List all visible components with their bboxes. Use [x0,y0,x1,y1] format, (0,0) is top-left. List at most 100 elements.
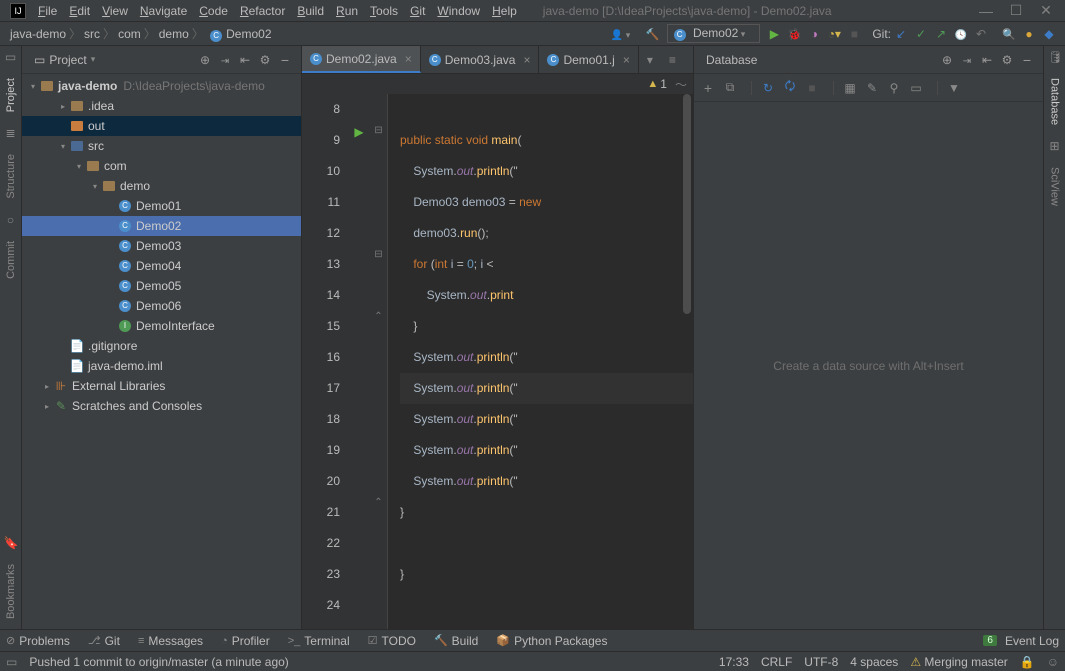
code-line[interactable]: System.out.println(" [400,404,693,435]
tree-item-src[interactable]: ▾src [22,136,301,156]
editor-tab-demo01-j[interactable]: CDemo01.j× [539,46,638,73]
panel-settings-icon[interactable] [255,53,275,67]
coverage-button[interactable]: ◑ [804,27,824,41]
menu-file[interactable]: File [32,2,63,20]
run-config-select[interactable]: C Demo02 [667,24,761,43]
code-line[interactable]: for (int i = 0; i < [400,249,693,280]
code-line[interactable]: demo03.run(); [400,218,693,249]
bookmarks-icon[interactable]: 🔖 [4,536,18,550]
db-expand-icon[interactable] [957,53,977,67]
git-commit-icon[interactable] [911,27,931,41]
menu-edit[interactable]: Edit [63,2,96,20]
fold-icon[interactable]: ⊟ [370,125,387,136]
tree-item-.idea[interactable]: ▸.idea [22,96,301,116]
menu-window[interactable]: Window [431,2,486,20]
tab-database[interactable]: Database [1047,68,1063,135]
db-diagram-icon[interactable]: ▭ [906,81,926,95]
code-line[interactable]: Demo03 demo03 = new [400,187,693,218]
toolwindow-build[interactable]: 🔨Build [434,634,478,648]
git-history-icon[interactable] [951,27,971,41]
db-collapse-icon[interactable]: ⇤ [977,53,997,67]
git-push-icon[interactable] [931,27,951,41]
fold-gutter[interactable]: ⊟⊟⌃⌃ [370,94,388,629]
tree-item-demo[interactable]: ▾demo [22,176,301,196]
tree-item-demointerface[interactable]: IDemoInterface [22,316,301,336]
commit-icon[interactable]: ○ [4,213,18,227]
select-opened-file-icon[interactable] [195,53,215,67]
run-gutter[interactable]: ▶ [348,94,370,629]
code-area[interactable]: 89101112131415161718192021222324 ▶ ⊟⊟⌃⌃ … [302,94,693,629]
hide-panel-icon[interactable] [275,52,295,68]
minimize-button[interactable]: — [971,3,1001,19]
tree-item-demo05[interactable]: CDemo05 [22,276,301,296]
tabs-list-icon[interactable]: ≡ [661,46,684,73]
toolwindow-git[interactable]: ⎇Git [88,634,120,648]
tree-item-demo03[interactable]: CDemo03 [22,236,301,256]
tree-item-demo06[interactable]: CDemo06 [22,296,301,316]
toolwindow-messages[interactable]: ≡Messages [138,634,203,648]
tab-project[interactable]: Project [3,68,19,122]
status-encoding[interactable]: UTF-8 [804,655,838,669]
toolwindow-python-packages[interactable]: 📦Python Packages [496,634,607,648]
toolwindow-profiler[interactable]: ◔Profiler [221,634,270,648]
tab-bookmarks[interactable]: Bookmarks [3,554,19,629]
tab-structure[interactable]: Structure [3,144,19,209]
close-tab-icon[interactable]: × [405,52,412,66]
scrollbar-thumb[interactable] [683,94,691,314]
code-line[interactable] [400,590,693,621]
db-table-icon[interactable]: ▦ [840,81,860,95]
breadcrumb[interactable]: java-demo〉src〉com〉demo〉 CDemo02 [6,23,276,44]
tab-sciview[interactable]: SciView [1047,157,1063,216]
menu-tools[interactable]: Tools [364,2,404,20]
code-line[interactable]: } [400,311,693,342]
menu-git[interactable]: Git [404,2,431,20]
menu-view[interactable]: View [96,2,134,20]
close-button[interactable]: ✕ [1031,2,1061,19]
tree-item-demo04[interactable]: CDemo04 [22,256,301,276]
search-everywhere-icon[interactable] [999,27,1019,41]
ide-settings-icon[interactable]: ◆ [1039,27,1059,41]
profile-button[interactable]: ◔▾ [824,27,844,41]
code-line[interactable]: System.out.println(" [400,156,693,187]
database-icon[interactable]: 🛢 [1048,50,1062,64]
db-edit-icon[interactable]: ✎ [862,81,882,95]
code-line[interactable]: } [400,559,693,590]
toolwindow-terminal[interactable]: >_Terminal [288,634,350,648]
status-agent-icon[interactable]: ☺ [1047,655,1059,669]
sciview-icon[interactable]: ⊞ [1048,139,1062,153]
stop-button[interactable] [844,27,864,41]
project-tree[interactable]: ▾java-demoD:\IdeaProjects\java-demo▸.ide… [22,74,301,629]
tree-item-scratches and consoles[interactable]: ▸✎Scratches and Consoles [22,396,301,416]
tree-item-java-demo.iml[interactable]: 📄java-demo.iml [22,356,301,376]
code-line[interactable] [400,528,693,559]
status-tool-windows-icon[interactable]: ▭ [6,655,17,669]
db-sync-icon[interactable]: 🗘 [780,77,800,98]
event-log[interactable]: 6Event Log [983,634,1059,648]
db-filter-icon[interactable]: ▼ [944,81,964,95]
db-settings-icon[interactable] [997,53,1017,67]
tabs-dropdown[interactable]: ▾ [639,46,661,73]
menu-run[interactable]: Run [330,2,364,20]
db-hide-icon[interactable] [1017,52,1037,68]
code-with-me-icon[interactable] [611,27,631,41]
status-indent[interactable]: 4 spaces [850,655,898,669]
tree-item-com[interactable]: ▾com [22,156,301,176]
status-git-branch[interactable]: ⚠ Merging master [910,655,1007,669]
tree-item-.gitignore[interactable]: 📄.gitignore [22,336,301,356]
project-icon[interactable]: ▭ [4,50,18,64]
structure-icon[interactable]: ≣ [4,126,18,140]
toolwindow-problems[interactable]: ⊘Problems [6,634,70,648]
tree-item-demo02[interactable]: CDemo02 [22,216,301,236]
menu-code[interactable]: Code [193,2,234,20]
ide-updates-icon[interactable]: ● [1019,27,1039,41]
tree-item-external libraries[interactable]: ▸⊪External Libraries [22,376,301,396]
db-stop-icon[interactable] [802,81,822,95]
status-lock-icon[interactable]: 🔒 [1020,655,1035,669]
tree-item-demo01[interactable]: CDemo01 [22,196,301,216]
code-line[interactable]: } [400,497,693,528]
close-tab-icon[interactable]: × [623,53,630,67]
project-panel-title[interactable]: ▭Project▾ [28,51,101,69]
menu-help[interactable]: Help [486,2,523,20]
db-add-icon[interactable] [698,80,718,96]
tree-item-out[interactable]: out [22,116,301,136]
